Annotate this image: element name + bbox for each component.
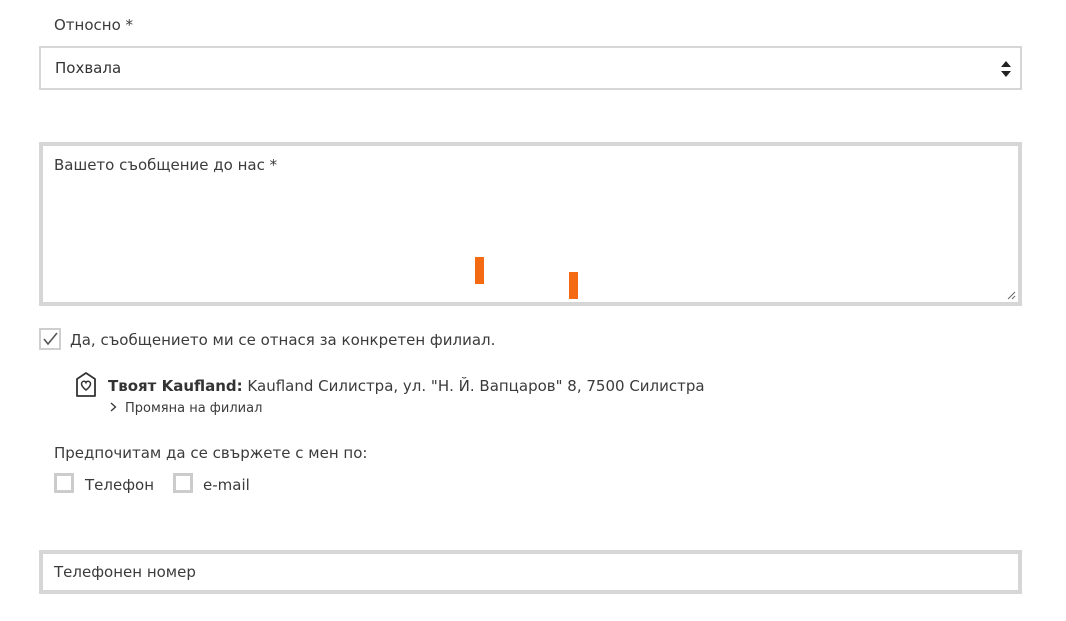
cursor-marker — [569, 272, 578, 299]
phone-checkbox[interactable] — [54, 473, 74, 493]
phone-number-input[interactable]: Телефонен номер — [39, 550, 1022, 594]
message-textarea[interactable]: Вашето съобщение до нас * — [39, 142, 1022, 306]
email-checkbox-label: e-mail — [203, 476, 250, 494]
store-prefix: Твоят Kaufland: — [108, 377, 243, 395]
store-address: Kaufland Силистра, ул. "Н. Й. Вапцаров" … — [242, 377, 705, 395]
cursor-marker — [475, 257, 484, 284]
store-heart-icon — [76, 372, 96, 397]
branch-checkbox-label: Да, съобщението ми се отнася за конкрете… — [70, 331, 496, 349]
subject-label: Относно * — [54, 16, 134, 34]
checkmark-icon — [43, 332, 58, 346]
subject-select[interactable]: Похвала — [39, 46, 1022, 90]
subject-select-value: Похвала — [55, 59, 122, 77]
phone-number-placeholder: Телефонен номер — [54, 563, 196, 581]
change-store-label: Промяна на филиал — [125, 401, 263, 416]
phone-checkbox-label: Телефон — [85, 476, 155, 494]
change-store-link[interactable]: Промяна на филиал — [110, 401, 262, 416]
contact-preference-label: Предпочитам да се свържете с мен по: — [54, 444, 368, 462]
chevron-right-icon — [110, 402, 117, 412]
store-info: Твоят Kaufland: Kaufland Силистра, ул. "… — [108, 377, 705, 395]
message-label: Вашето съобщение до нас * — [54, 156, 278, 174]
sort-arrows-icon — [1001, 61, 1011, 77]
email-checkbox[interactable] — [173, 473, 193, 493]
branch-checkbox[interactable] — [39, 328, 61, 350]
resize-handle-icon[interactable] — [1006, 290, 1016, 300]
